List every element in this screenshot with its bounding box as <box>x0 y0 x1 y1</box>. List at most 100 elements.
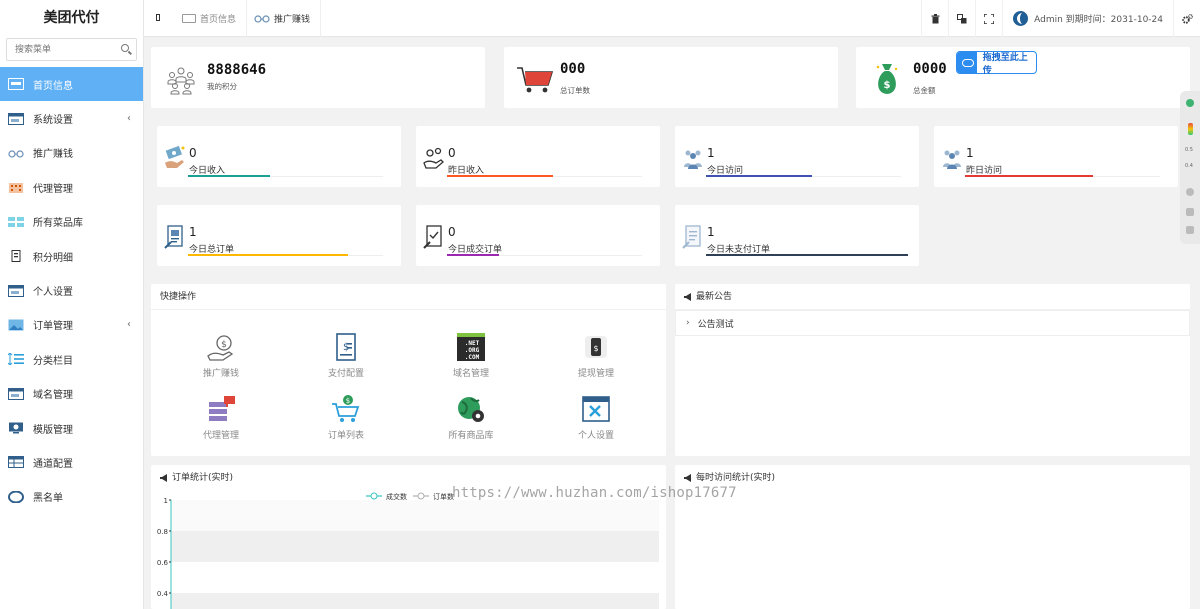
collapse-sidebar-icon[interactable] <box>156 14 160 21</box>
sidebar-item-11[interactable]: 通道配置 <box>0 445 143 479</box>
language-button[interactable] <box>948 0 975 37</box>
fullscreen-button[interactable] <box>975 0 1002 37</box>
trash-icon <box>931 13 940 23</box>
quick-action-2[interactable]: .NET .ORG .COM 域名管理 <box>431 332 511 379</box>
sidebar-item-3[interactable]: 代理管理 <box>0 170 143 204</box>
admin-profile[interactable]: Admin 到期时间：2031-10-24 <box>1002 0 1173 37</box>
y-tick-label: 0.4 <box>157 590 169 598</box>
sidebar-item-2[interactable]: 推广赚钱 <box>0 136 143 170</box>
app-logo: 美团代付 <box>43 10 100 26</box>
visit-chart-panel: 每时访问统计(实时) <box>675 465 1190 609</box>
daily-stat-accent <box>965 175 1093 177</box>
window-icon <box>8 387 24 400</box>
svg-text:.COM: .COM <box>465 354 480 361</box>
quick-action-5[interactable]: $ 订单列表 <box>306 394 386 441</box>
sidebar-item-label: 模版管理 <box>33 424 73 436</box>
sidebar-item-0[interactable]: 首页信息 <box>0 67 143 102</box>
svg-text:$: $ <box>593 344 598 353</box>
translate-icon <box>957 13 967 23</box>
menu-search[interactable] <box>6 38 137 61</box>
quick-action-4[interactable]: 代理管理 <box>181 394 261 441</box>
quick-action-1[interactable]: $ 支付配置 <box>306 332 386 379</box>
sidebar-item-label: 首页信息 <box>33 80 73 92</box>
sidebar-item-12[interactable]: 黑名单 <box>0 480 143 514</box>
grid-band <box>171 500 659 531</box>
order-pending-icon <box>682 224 704 250</box>
grid-icon <box>8 216 24 228</box>
legend-label: 订单数 <box>433 492 454 501</box>
grid-band <box>171 531 659 562</box>
legend-label: 成交数 <box>386 492 407 501</box>
notice-item-label: 公告测试 <box>697 319 734 330</box>
window-icon <box>8 284 24 297</box>
shopping-cart-icon: $ <box>331 394 361 424</box>
menu-search-input[interactable] <box>7 39 136 60</box>
megaphone-icon <box>160 474 167 482</box>
daily-stat-card-6: 1 今日未支付订单 <box>675 205 919 266</box>
orders-label: 总订单数 <box>560 86 590 95</box>
daily-stat-card-0: 0 今日收入 <box>157 126 401 187</box>
settings-window-icon <box>581 394 611 424</box>
admin-expiry-text: Admin 到期时间：2031-10-24 <box>1034 15 1163 25</box>
daily-stat-accent <box>188 175 270 177</box>
y-tick-label: 0.6 <box>157 559 169 567</box>
quick-action-label: 订单列表 <box>327 431 364 441</box>
shopping-cart-icon <box>517 67 554 93</box>
tool-icon[interactable] <box>1186 188 1194 196</box>
sidebar-item-label: 域名管理 <box>33 390 73 402</box>
float-value-2: 0.4 <box>1185 163 1193 169</box>
search-icon[interactable] <box>121 44 129 52</box>
main-content: 8888646 我的积分 000 总订单数 $ 0000 总金额 0 今日收入 0 昨… <box>144 37 1200 609</box>
sidebar-item-10[interactable]: 模版管理 <box>0 411 143 445</box>
sidebar-item-1[interactable]: 系统设置 ‹ <box>0 101 143 135</box>
daily-stat-value: 0 <box>448 146 456 160</box>
receipt-icon: $ <box>331 332 361 362</box>
amount-value: 0000 <box>913 61 947 77</box>
tab-promote-label: 推广赚钱 <box>274 15 311 25</box>
clear-cache-button[interactable] <box>921 0 948 37</box>
daily-stat-accent <box>706 254 908 256</box>
order-chart-panel: 订单统计(实时) 1 0.8 0.6 0.4 成交数 订单数 <box>151 465 666 609</box>
legend-item-1[interactable]: 订单数 <box>413 492 454 501</box>
quick-action-label: 推广赚钱 <box>202 369 239 379</box>
legend-item-0[interactable]: 成交数 <box>366 492 407 501</box>
money-bag-icon: $ <box>876 64 898 94</box>
megaphone-icon <box>684 292 691 301</box>
tab-promote[interactable]: 推广赚钱 <box>244 0 322 37</box>
settings-button[interactable] <box>1173 0 1200 37</box>
legend-marker <box>370 492 378 500</box>
quick-actions-panel: 快捷操作 $ 推广赚钱 $ 支付配置 .NET .ORG .COM 域名管理 $ 提现管理 代理管理… <box>151 284 666 456</box>
quick-action-7[interactable]: 个人设置 <box>556 394 636 441</box>
sidebar-item-8[interactable]: 分类栏目 <box>0 342 143 376</box>
sidebar-item-4[interactable]: 所有菜品库 <box>0 205 143 239</box>
quick-action-3[interactable]: $ 提现管理 <box>556 332 636 379</box>
tab-home-label: 首页信息 <box>200 15 237 25</box>
daily-stat-accent <box>447 175 553 177</box>
quick-actions-title: 快捷操作 <box>151 284 666 310</box>
sidebar-item-7[interactable]: 订单管理 ‹ <box>0 308 143 342</box>
screenshot-icon[interactable] <box>1186 226 1194 234</box>
monitor-icon <box>8 422 24 434</box>
floating-toolbar[interactable]: 0.5 0.4 <box>1180 91 1200 244</box>
points-label: 我的积分 <box>207 82 237 91</box>
daily-stat-accent <box>447 254 499 256</box>
sidebar-item-6[interactable]: 个人设置 <box>0 273 143 307</box>
quick-action-6[interactable]: 所有商品库 <box>431 394 511 441</box>
sidebar-item-9[interactable]: 域名管理 <box>0 377 143 411</box>
meter-icon <box>1188 123 1193 135</box>
daily-stat-card-3: 1 昨日访问 <box>934 126 1178 187</box>
glasses-icon <box>254 15 270 23</box>
sidebar-item-5[interactable]: 积分明细 <box>0 239 143 273</box>
upload-button[interactable]: 拖拽至此上传 <box>956 51 1037 76</box>
quick-action-label: 所有商品库 <box>448 431 494 441</box>
megaphone-icon <box>684 474 691 482</box>
visitors-icon <box>941 145 963 171</box>
dashboard-icon <box>8 78 24 91</box>
tab-home[interactable]: 首页信息 <box>172 0 248 37</box>
gears-icon <box>1181 13 1193 24</box>
image-icon[interactable] <box>1186 208 1194 216</box>
stat-card-orders: 000 总订单数 <box>504 47 838 108</box>
quick-action-0[interactable]: $ 推广赚钱 <box>181 332 261 379</box>
order-check-icon <box>423 224 445 250</box>
notice-item[interactable]: › 公告测试 <box>675 310 1190 336</box>
